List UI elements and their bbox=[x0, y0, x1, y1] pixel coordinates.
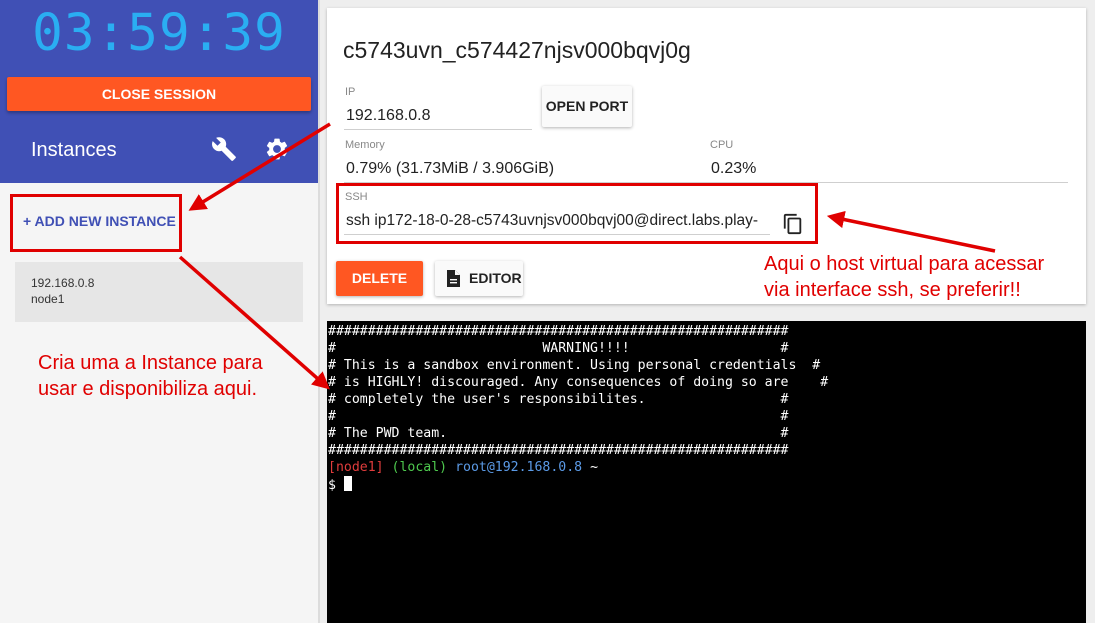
prompt-symbol: $ bbox=[328, 478, 336, 493]
prompt-user: root@192.168.0.8 bbox=[455, 460, 583, 475]
annotation-right-line: Aqui o host virtual para acessar bbox=[764, 253, 1045, 275]
editor-label: EDITOR bbox=[469, 270, 522, 286]
instance-list-item[interactable]: 192.168.0.8 node1 bbox=[15, 262, 303, 322]
main-panel: c5743uvn_c574427njsv000bqvj0g IP 192.168… bbox=[320, 0, 1095, 623]
instance-hostname: c5743uvn_c574427njsv000bqvj0g bbox=[343, 37, 691, 63]
instance-name: node1 bbox=[31, 292, 65, 306]
sidebar-header: 03:59:39 CLOSE SESSION Instances bbox=[0, 0, 318, 183]
terminal-line: # The PWD team. # bbox=[328, 426, 789, 441]
ip-label: IP bbox=[345, 86, 356, 98]
instances-title: Instances bbox=[31, 139, 117, 161]
annotation-left-line: usar e disponibiliza aqui. bbox=[38, 378, 258, 400]
terminal-input-line[interactable]: $ bbox=[328, 476, 828, 494]
terminal-line: # completely the user's responsibilites.… bbox=[328, 392, 789, 407]
terminal-output: ########################################… bbox=[328, 323, 828, 494]
delete-button[interactable]: DELETE bbox=[336, 261, 423, 296]
prompt-node: [node1] bbox=[328, 460, 384, 475]
prompt-dir: ~ bbox=[590, 460, 599, 475]
session-timer: 03:59:39 bbox=[32, 4, 286, 63]
prompt-local: (local) bbox=[391, 460, 448, 475]
annotation-left-line: Cria uma a Instance para bbox=[38, 352, 263, 374]
terminal-line: # is HIGHLY! discouraged. Any consequenc… bbox=[328, 375, 829, 390]
terminal[interactable]: ########################################… bbox=[327, 321, 1086, 623]
memory-value: 0.79% (31.73MiB / 3.906GiB) bbox=[346, 160, 555, 177]
annotation-box-ssh bbox=[336, 183, 818, 244]
open-port-button[interactable]: OPEN PORT bbox=[542, 86, 632, 127]
close-session-button[interactable]: CLOSE SESSION bbox=[7, 77, 311, 111]
memory-label: Memory bbox=[345, 139, 385, 151]
annotation-right-line: via interface ssh, se preferir!! bbox=[764, 279, 1021, 301]
cpu-value: 0.23% bbox=[711, 160, 757, 177]
terminal-cursor bbox=[343, 476, 352, 491]
sidebar: 03:59:39 CLOSE SESSION Instances + ADD N… bbox=[0, 0, 318, 623]
terminal-prompt: [node1] (local) root@192.168.0.8 ~ bbox=[328, 459, 828, 476]
terminal-line: # This is a sandbox environment. Using p… bbox=[328, 358, 821, 373]
terminal-line: ########################################… bbox=[328, 443, 789, 458]
terminal-line: # WARNING!!!! # bbox=[328, 341, 789, 356]
wrench-icon[interactable] bbox=[211, 136, 237, 162]
terminal-line: ########################################… bbox=[328, 324, 789, 339]
terminal-line: # # bbox=[328, 409, 789, 424]
file-icon bbox=[447, 270, 460, 287]
annotation-box-add-instance bbox=[10, 194, 182, 252]
annotation-left-note: Cria uma a Instance para usar e disponib… bbox=[38, 350, 263, 402]
cpu-label: CPU bbox=[710, 139, 734, 151]
ip-value: 192.168.0.8 bbox=[346, 107, 431, 124]
instance-ip: 192.168.0.8 bbox=[31, 276, 95, 290]
settings-gear-icon[interactable] bbox=[264, 136, 290, 162]
editor-button[interactable]: EDITOR bbox=[435, 261, 523, 296]
ip-underline bbox=[344, 129, 532, 130]
annotation-right-note: Aqui o host virtual para acessar via int… bbox=[764, 251, 1044, 303]
